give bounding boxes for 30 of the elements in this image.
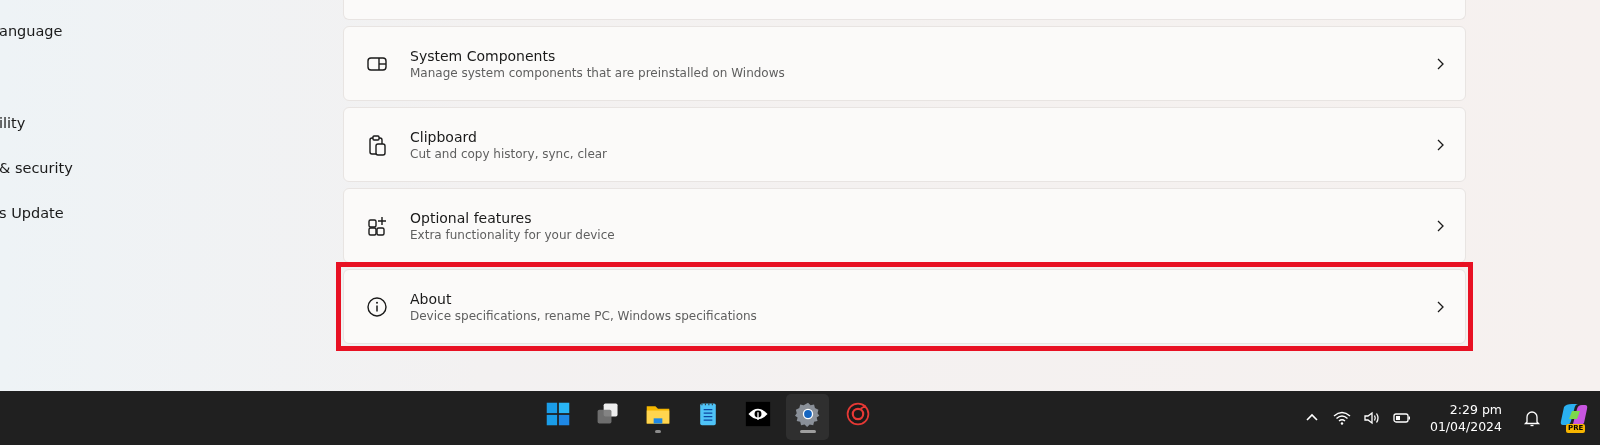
chevron-right-icon — [1435, 299, 1445, 314]
card-description: Manage system components that are preinstalled on Windows — [410, 65, 786, 80]
info-icon — [366, 295, 388, 318]
clock-date[interactable]: 01/04/2024 — [1429, 419, 1502, 434]
chevron-right-icon — [1435, 56, 1445, 71]
card-title: About — [410, 290, 453, 307]
add-grid-icon — [366, 214, 388, 237]
settings-card[interactable]: System Components Manage system components that are preinstalled on Windows — [343, 26, 1466, 101]
chevron-right-icon — [1435, 137, 1445, 152]
settings-card[interactable]: Optional features Extra functionality for your device — [343, 188, 1466, 263]
card-title: Clipboard — [410, 128, 478, 145]
clock-time[interactable]: 2:29 pm — [1449, 402, 1502, 417]
card-title: Optional features — [410, 209, 533, 226]
settings-gear-icon — [794, 401, 821, 427]
windows-logo-icon — [544, 401, 571, 427]
card-title: System Components — [410, 47, 557, 64]
nav-item[interactable]: & security — [0, 145, 343, 190]
nav-item[interactable]: anguage — [0, 20, 343, 42]
clipboard-icon — [366, 133, 388, 156]
card-description: Cut and copy history, sync, clear — [410, 146, 609, 161]
copilot-logo-icon[interactable] — [1560, 403, 1588, 427]
chevron-right-icon — [1435, 218, 1445, 233]
settings-card[interactable]: About Device specifications, rename PC, Windows specifications — [343, 269, 1466, 344]
card-description: Extra functionality for your device — [410, 227, 616, 242]
nav-item[interactable]: ility — [0, 100, 343, 145]
card-description: Device specifications, rename PC, Windows specifications — [410, 308, 758, 323]
settings-card[interactable]: Clipboard Cut and copy history, sync, clear — [343, 107, 1466, 182]
nav-item[interactable]: s Update — [0, 190, 343, 235]
eye-icon — [744, 401, 771, 427]
bell-icon[interactable] — [1522, 408, 1542, 428]
